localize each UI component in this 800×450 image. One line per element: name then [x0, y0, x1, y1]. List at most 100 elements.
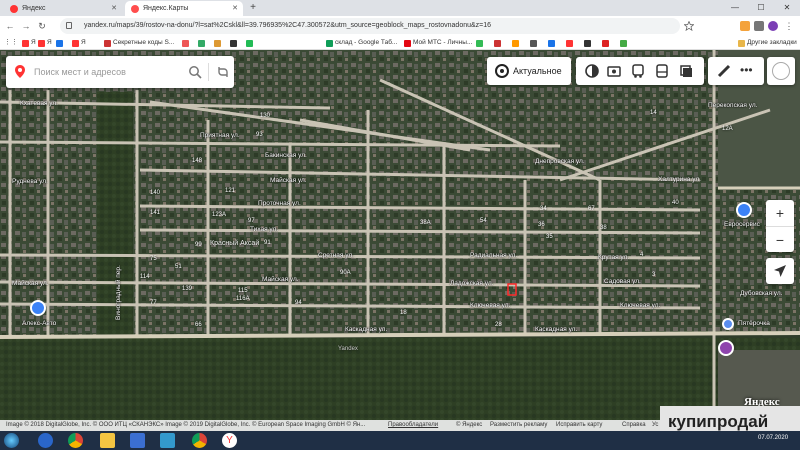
- satellite-map[interactable]: Кхатевая ул. Виноградный пер. Приятная у…: [0, 50, 800, 420]
- bookmark[interactable]: Секретные коды S...: [104, 38, 174, 48]
- bookmark[interactable]: Я: [72, 38, 86, 48]
- route-icon[interactable]: [216, 65, 230, 79]
- app-icon[interactable]: [160, 433, 175, 448]
- advertise-link[interactable]: Разместить рекламу: [490, 420, 547, 431]
- bookmark[interactable]: [620, 38, 629, 48]
- street-label: Приятная ул.: [200, 132, 240, 139]
- layers-icon[interactable]: [678, 63, 694, 79]
- address-bar[interactable]: yandex.ru/maps/39/rostov-na-donu/?l=sat%…: [60, 18, 680, 34]
- rights-holders-link[interactable]: Правообладатели: [388, 420, 438, 431]
- bookmark[interactable]: [494, 38, 503, 48]
- tab-yandex-maps[interactable]: Яндекс.Карты ✕: [125, 1, 243, 16]
- chrome-icon[interactable]: [68, 433, 83, 448]
- bookmark[interactable]: [566, 38, 575, 48]
- bookmark[interactable]: Я: [22, 38, 36, 48]
- star-icon[interactable]: [684, 21, 694, 31]
- search-input[interactable]: Поиск мест и адресов: [34, 56, 126, 88]
- parking-poi-icon[interactable]: [718, 340, 734, 356]
- app-icon[interactable]: [130, 433, 145, 448]
- bookmark[interactable]: [230, 38, 239, 48]
- bookmark[interactable]: [246, 38, 255, 48]
- bookmark[interactable]: [530, 38, 539, 48]
- street-label: Радиальная ул.: [470, 252, 518, 259]
- lock-icon: [66, 22, 72, 29]
- zoom-in-button[interactable]: +: [766, 200, 794, 226]
- zoom-control: + −: [766, 200, 794, 252]
- bookmark[interactable]: [182, 38, 191, 48]
- traffic-icon[interactable]: [654, 63, 670, 79]
- folder-icon[interactable]: [100, 433, 115, 448]
- bookmark-favicon-icon: [512, 40, 519, 47]
- bookmark[interactable]: [214, 38, 223, 48]
- reload-button[interactable]: ↻: [36, 20, 48, 32]
- close-tab-icon[interactable]: ✕: [111, 1, 117, 16]
- house-number: 67: [588, 206, 595, 212]
- house-number: 12А: [722, 126, 733, 132]
- house-number: 140: [150, 190, 161, 196]
- my-location-button[interactable]: [766, 258, 794, 284]
- ie-icon[interactable]: [38, 433, 53, 448]
- bookmark[interactable]: [476, 38, 485, 48]
- forward-button[interactable]: →: [20, 20, 32, 32]
- help-link[interactable]: Справка: [622, 420, 646, 431]
- bookmark[interactable]: Мой МТС - Личны...: [404, 38, 472, 48]
- ruler-icon[interactable]: [716, 63, 732, 79]
- taskbar-clock: 07.07.2020: [758, 435, 789, 441]
- street-label: Ладожская ул.: [450, 280, 494, 287]
- taskbar: Y 07.07.2020: [0, 431, 800, 450]
- house-number: 141: [150, 210, 161, 216]
- close-tab-icon[interactable]: ✕: [232, 1, 238, 16]
- house-number: 34: [540, 206, 547, 212]
- bookmark-favicon-icon: [566, 40, 573, 47]
- chrome-icon[interactable]: [192, 433, 207, 448]
- bookmark[interactable]: склад - Google Таб...: [326, 38, 397, 48]
- bookmark[interactable]: [512, 38, 521, 48]
- bookmark-favicon-icon: [494, 40, 501, 47]
- shop-poi-icon[interactable]: [722, 318, 734, 330]
- house-number: 35: [546, 234, 553, 240]
- photos-icon[interactable]: [606, 63, 622, 79]
- more-icon[interactable]: •••: [740, 63, 753, 77]
- zoom-out-button[interactable]: −: [766, 226, 794, 252]
- other-bookmarks[interactable]: Другие закладки: [738, 38, 797, 48]
- profile-icon[interactable]: [768, 21, 778, 31]
- house-number: 148: [192, 158, 203, 164]
- search-icon[interactable]: [188, 65, 202, 79]
- bookmark[interactable]: [548, 38, 557, 48]
- extension-icon[interactable]: [754, 21, 764, 31]
- back-button[interactable]: ←: [4, 20, 16, 32]
- actual-events-button[interactable]: Актуальное: [487, 57, 571, 85]
- apps-icon[interactable]: ⋮⋮: [4, 38, 18, 48]
- extension-icon[interactable]: [740, 21, 750, 31]
- bookmark[interactable]: [198, 38, 207, 48]
- bookmark-favicon-icon: [214, 40, 221, 47]
- yandex-favicon-icon: [10, 5, 18, 13]
- new-tab-button[interactable]: +: [247, 2, 259, 14]
- house-number: 99: [195, 242, 202, 248]
- bookmark-favicon-icon: [198, 40, 205, 47]
- watermark-text: купипродай: [668, 412, 769, 431]
- browser-menu-icon[interactable]: ⋮: [784, 21, 794, 31]
- map-search-box[interactable]: Поиск мест и адресов: [6, 56, 234, 88]
- tab-yandex[interactable]: Яндекс ✕: [4, 1, 122, 16]
- bookmark-favicon-icon: [326, 40, 333, 47]
- bookmark[interactable]: [56, 38, 65, 48]
- car-service-poi-icon[interactable]: [30, 300, 46, 316]
- terms-link[interactable]: Ус: [652, 420, 658, 431]
- car-service-poi-icon[interactable]: [736, 202, 752, 218]
- bookmark[interactable]: [602, 38, 611, 48]
- bookmark[interactable]: Я: [38, 38, 52, 48]
- yandex-browser-icon[interactable]: Y: [222, 433, 237, 448]
- street-label: Майская ул.: [262, 276, 299, 283]
- user-button[interactable]: [767, 57, 795, 85]
- maximize-button[interactable]: ☐: [750, 0, 772, 16]
- start-icon[interactable]: [4, 433, 19, 448]
- close-window-button[interactable]: ✕: [776, 0, 798, 16]
- minimize-button[interactable]: —: [724, 0, 746, 16]
- bookmark[interactable]: [584, 38, 593, 48]
- fix-map-link[interactable]: Исправить карту: [556, 420, 602, 431]
- bookmarks-bar: ⋮⋮ Я Я Я Секретные коды S... склад - Goo…: [0, 36, 800, 50]
- map-tools-panel: •••: [708, 57, 764, 85]
- transport-icon[interactable]: [630, 63, 646, 79]
- panorama-icon[interactable]: [584, 63, 600, 79]
